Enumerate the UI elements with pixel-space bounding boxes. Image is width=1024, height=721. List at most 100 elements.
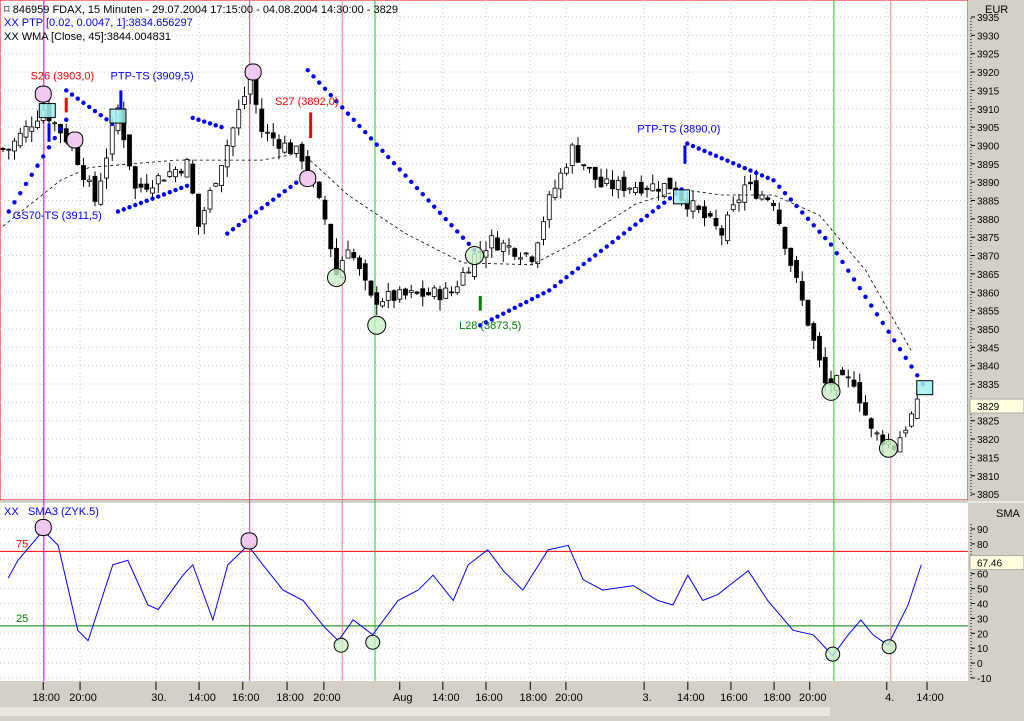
psar-dot	[317, 80, 322, 85]
psar-dot	[667, 196, 673, 201]
psar-dot	[460, 235, 466, 240]
candle-body	[219, 165, 224, 187]
psar-dot	[690, 143, 696, 149]
candle-body	[316, 181, 322, 198]
psar-dot	[196, 117, 201, 122]
last-price-label: 3829	[977, 402, 1000, 413]
osc-tick-label: 10	[977, 644, 989, 655]
candle-body	[270, 132, 276, 139]
psar-dot	[713, 153, 719, 159]
psar-dot	[604, 244, 609, 249]
psar-dot	[742, 165, 747, 171]
candle-body	[178, 170, 184, 174]
candle-body	[328, 223, 334, 250]
price-tick-label: 3905	[977, 123, 1000, 134]
price-tick-label: 3900	[977, 141, 1000, 152]
candle-body	[592, 166, 598, 180]
psar-dot	[248, 214, 253, 219]
candle-body	[0, 148, 6, 150]
ptp-indicator-label[interactable]: XX PTP [0.02, 0.0047, 1]:3834.656297	[4, 17, 193, 29]
time-tick-label: 3.	[643, 692, 652, 704]
panel-splitter[interactable]	[0, 500, 968, 503]
psar-dot	[179, 185, 184, 191]
ptp-stop-marker	[38, 103, 56, 119]
price-tick-label: 3875	[977, 233, 1000, 244]
candle-body	[454, 286, 460, 293]
candle-body	[391, 290, 397, 301]
candle-body	[374, 292, 380, 305]
candle-body	[805, 299, 811, 326]
wma-indicator-label[interactable]: XX WMA [Close, 45]:3844.004831	[4, 31, 171, 43]
candle-body	[719, 228, 725, 236]
candle-body	[449, 291, 454, 294]
psar-dot	[874, 312, 880, 317]
psar-dot	[851, 277, 857, 282]
psar-dot	[696, 146, 701, 151]
candle-body	[75, 146, 81, 165]
candle-body	[173, 169, 178, 178]
psar-dot	[828, 242, 834, 247]
candle-body	[799, 280, 805, 301]
psar-dot	[443, 216, 448, 222]
cycle-top-marker	[66, 131, 84, 149]
candle-body	[656, 188, 661, 192]
candle-body	[362, 263, 368, 281]
psar-dot	[794, 203, 799, 209]
candle-body	[150, 187, 155, 194]
osc-tick-label: 0	[977, 659, 983, 670]
candle-body	[109, 125, 115, 155]
candle-body	[230, 127, 236, 147]
candle-body	[707, 212, 713, 217]
psar-dot	[748, 168, 753, 173]
price-tick-label: 3805	[977, 490, 1000, 501]
psar-dot	[345, 111, 351, 116]
candle-body	[782, 226, 788, 249]
candle-body	[213, 183, 219, 187]
psar-dot	[765, 175, 770, 181]
psar-dot	[420, 192, 425, 197]
chart-canvas[interactable]: 75 25 S26 (3903,0) PTP-TS (3909,5) GS70-TS (…	[0, 0, 1024, 716]
cycle-bottom-marker	[327, 268, 346, 288]
osc-tick-label: 40	[977, 600, 989, 611]
psar-dot	[466, 241, 471, 247]
candle-body	[615, 180, 621, 191]
cycle-bottom-marker	[879, 438, 898, 458]
osc-tick-label: -10	[977, 674, 992, 685]
psar-dot	[156, 194, 161, 199]
price-tick-label: 3915	[977, 86, 1000, 97]
candle-body	[368, 280, 374, 296]
signal-annotation: PTP-TS (3890,0)	[637, 124, 720, 136]
candle-body	[638, 181, 644, 194]
psar-dot	[58, 126, 63, 132]
candle-body	[627, 187, 633, 190]
psar-dot	[12, 200, 17, 205]
candle-body	[144, 183, 150, 190]
psar-dot	[800, 210, 805, 215]
psar-dot	[150, 196, 155, 201]
psar-dot	[219, 124, 224, 130]
horizontal-scrollbar[interactable]	[0, 707, 830, 716]
psar-dot	[98, 112, 103, 118]
candle-body	[190, 163, 196, 194]
price-tick-label: 3860	[977, 288, 1000, 299]
candle-body	[431, 287, 437, 297]
chart-menu-icon[interactable]: ⌑	[4, 4, 13, 16]
price-tick-label: 3840	[977, 362, 1000, 373]
psar-dot	[823, 235, 828, 241]
psar-dot	[731, 160, 736, 166]
candle-body	[558, 172, 564, 190]
psar-dot	[805, 216, 811, 222]
psar-dot	[414, 185, 420, 191]
psar-dot	[535, 294, 540, 299]
candle-body	[437, 289, 443, 301]
psar-dot	[685, 141, 690, 146]
level-label-75: 75	[16, 538, 28, 550]
psar-dot	[558, 279, 563, 284]
psar-dot	[782, 190, 788, 196]
candle-body	[500, 242, 506, 252]
candle-body	[650, 183, 656, 192]
osc-tick-label: 30	[977, 614, 989, 625]
psar-dot	[380, 148, 385, 154]
time-tick-label: 18:00	[520, 692, 548, 704]
time-tick-label: 18:00	[276, 692, 304, 704]
